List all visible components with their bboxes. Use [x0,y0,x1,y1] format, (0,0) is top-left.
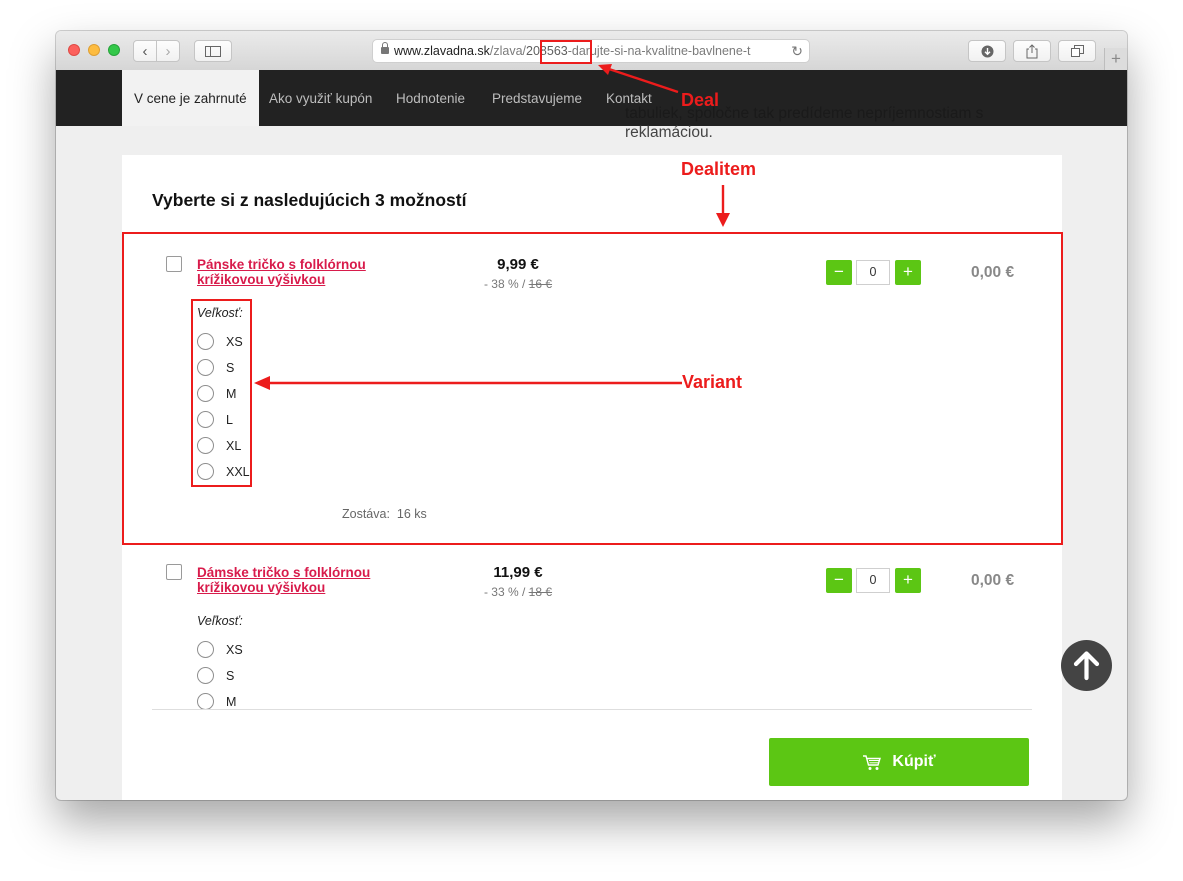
product-name-link[interactable]: Dámske tričko s folklórnou krížikovou vý… [197,565,407,595]
chevron-right-icon: › [165,42,171,60]
size-label: S [226,669,235,683]
variant-highlight-box [191,299,252,487]
original-price: 18 € [528,585,553,599]
url-slug: -darujte-si-na-kvalitne-bavlnene-t [567,44,751,58]
share-icon [1026,43,1038,58]
variant-label: Veľkosť: [197,614,243,628]
url-host: www.zlavadna.sk [394,44,490,58]
forward-button[interactable]: › [156,40,180,62]
chevron-left-icon: ‹ [142,42,148,60]
downloads-button[interactable] [968,40,1006,62]
buy-button[interactable]: Kúpiť [769,738,1029,786]
product-name-line-2: krížikovou výšivkou [197,580,326,595]
dealitem-arrow [716,185,730,227]
tab-introduction[interactable]: Predstavujeme [492,70,582,126]
tab-reviews[interactable]: Hodnotenie [396,70,465,126]
share-button[interactable] [1013,40,1051,62]
discount-percent: - 33 % / [483,585,526,599]
sidebar-icon [205,45,221,57]
tab-included[interactable]: V cene je zahrnuté [122,70,259,126]
close-window-button[interactable] [68,44,80,56]
download-icon [981,45,993,57]
overlapping-text-line-1: tabuliek, spoločne tak predídeme nepríje… [625,105,984,122]
product-price: 11,99 € [493,564,543,581]
arrow-up-icon [1073,651,1100,681]
product-name-line-1: Dámske tričko s folklórnou [197,565,371,580]
quantity-input[interactable]: 0 [856,568,890,593]
cart-icon [863,754,882,770]
deal-annotation-label: Deal [681,90,720,110]
sidebar-toggle-button[interactable] [194,40,232,62]
url-path: /zlava/ [489,44,527,58]
clipped-size-row: M [182,691,262,709]
tab-how-to-use[interactable]: Ako využiť kupón [269,70,372,126]
product-discount: - 33 % / 18 € [463,585,573,599]
new-tab-button[interactable]: + [1104,48,1127,70]
decrease-quantity-button[interactable]: − [826,568,852,593]
divider [152,709,1032,710]
size-radio-m[interactable] [197,693,214,709]
product-checkbox[interactable] [166,564,182,580]
tabs-overview-button[interactable] [1058,40,1096,62]
variant-arrow [254,376,682,390]
product-total: 0,00 € [971,572,1015,589]
tabs-icon [1070,45,1084,57]
buy-label: Kúpiť [892,753,936,770]
zoom-window-button[interactable] [108,44,120,56]
variant-annotation-label: Variant [682,372,743,392]
options-heading: Vyberte si z nasledujúcich 3 možností [152,190,467,210]
increase-quantity-button[interactable]: + [895,568,921,593]
size-radio-xs[interactable] [197,641,214,658]
overlapping-text-line-2: reklamáciou. [625,124,713,141]
lock-icon [381,42,389,54]
size-label: M [226,695,237,709]
dealitem-annotation-label: Dealitem [681,159,757,179]
size-label: XS [226,643,243,657]
back-button[interactable]: ‹ [133,40,157,62]
deal-arrow [598,64,679,94]
size-radio-s[interactable] [197,667,214,684]
reload-icon[interactable]: ↻ [791,43,803,60]
minimize-window-button[interactable] [88,44,100,56]
deal-id-highlight-box [540,40,592,64]
scroll-to-top-button[interactable] [1061,640,1112,691]
